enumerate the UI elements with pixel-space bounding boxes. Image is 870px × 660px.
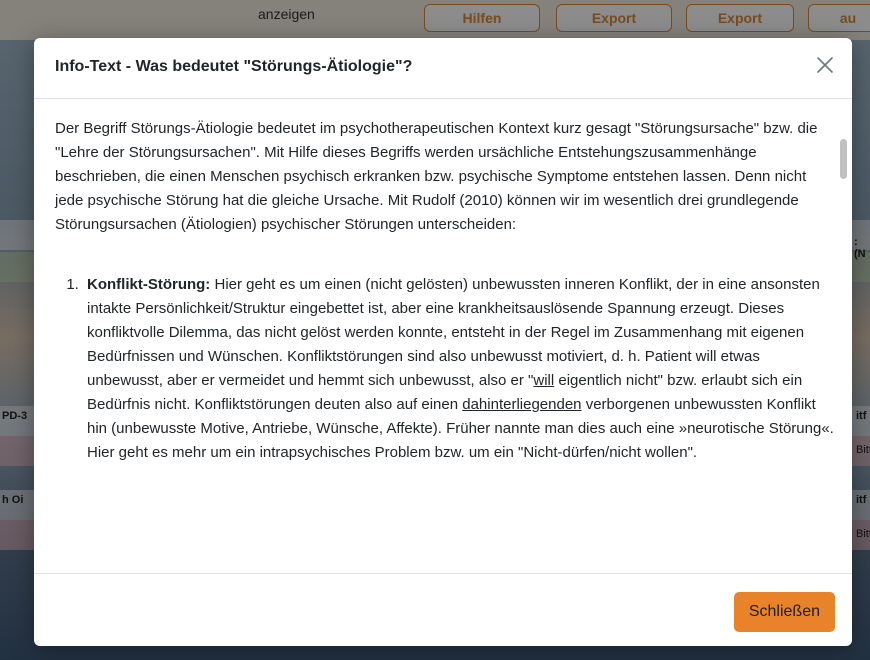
schliessen-button[interactable]: Schließen (733, 592, 835, 632)
close-button[interactable] (812, 54, 838, 80)
modal-body[interactable]: Der Begriff Störungs-Ätiologie bedeutet … (34, 99, 852, 573)
close-icon (816, 56, 834, 79)
scrollbar-thumb[interactable] (840, 139, 847, 179)
modal-title: Info-Text - Was bedeutet "Störungs-Ätiol… (55, 58, 413, 75)
modal-header: Info-Text - Was bedeutet "Störungs-Ätiol… (34, 38, 852, 99)
info-modal: Info-Text - Was bedeutet "Störungs-Ätiol… (34, 38, 852, 646)
list-item-konflikt: Konflikt-Störung: Hier geht es um einen … (83, 273, 835, 465)
list-item-term: Konflikt-Störung: (87, 276, 211, 293)
underlined-word: will (533, 372, 555, 389)
underlined-word: dahinterliegenden (462, 396, 582, 413)
intro-paragraph: Der Begriff Störungs-Ätiologie bedeutet … (55, 120, 818, 233)
etiology-list: Konflikt-Störung: Hier geht es um einen … (55, 273, 835, 465)
modal-footer: Schließen (34, 573, 852, 646)
modal-content: Der Begriff Störungs-Ätiologie bedeutet … (55, 117, 835, 465)
